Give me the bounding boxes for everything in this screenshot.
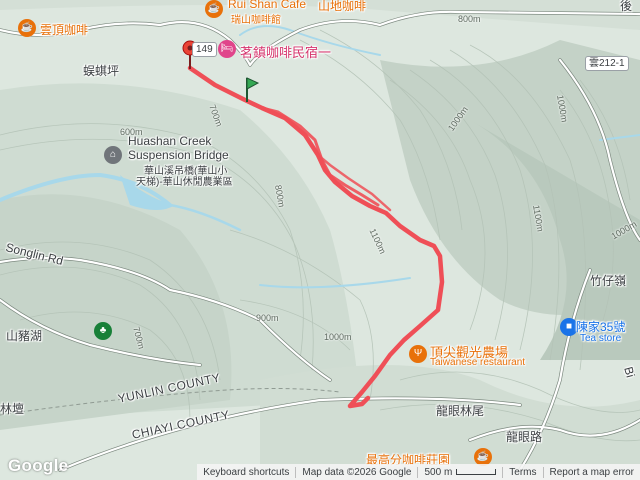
keyboard-shortcuts-link[interactable]: Keyboard shortcuts	[197, 467, 295, 478]
place-label: 蜈蜞坪	[83, 64, 120, 78]
coffee-cup-icon[interactable]: ☕	[18, 19, 36, 37]
scale-bar[interactable]: 500 m	[417, 466, 502, 478]
contour-label: 800m	[458, 14, 481, 24]
contour-label: 1000m	[324, 332, 352, 342]
contour-label: 600m	[120, 127, 143, 137]
scale-label: 500 m	[424, 466, 453, 478]
place-label[interactable]: 雲頂咖啡	[40, 21, 88, 38]
place-label[interactable]: Suspension Bridge	[128, 148, 229, 162]
place-label[interactable]: 天梯)-華山休閒農業區	[136, 173, 233, 188]
coffee-cup-icon[interactable]: ☕	[205, 0, 223, 18]
place-label: 竹仔嶺	[590, 274, 627, 288]
map-footer: Keyboard shortcuts Map data ©2026 Google…	[197, 464, 640, 480]
place-label: 山豬湖	[6, 329, 43, 343]
place-label[interactable]: Tea store	[580, 333, 621, 344]
map-viewport[interactable]: ☕ ☕ 🛏 ⌂ ♣ Ψ ☕ ■ 149 雲212-1 雲頂咖啡 Rui Shan…	[0, 0, 640, 480]
place-label: 龍眼林尾	[436, 404, 485, 418]
scale-line	[456, 469, 497, 475]
report-map-error-link[interactable]: Report a map error	[542, 466, 640, 478]
google-logo: Google	[8, 456, 69, 475]
route-shield: 149	[192, 42, 217, 57]
place-label[interactable]: 瑞山咖啡館	[231, 11, 281, 26]
green-flag-icon[interactable]	[242, 74, 260, 104]
contour-label: 900m	[256, 313, 279, 323]
road-label: 龍眼路	[506, 430, 543, 444]
terms-link[interactable]: Terms	[502, 466, 542, 478]
place-label: 林壇	[0, 402, 25, 416]
bed-icon[interactable]: 🛏	[218, 40, 236, 58]
fork-knife-icon[interactable]: Ψ	[409, 345, 427, 363]
tree-icon[interactable]: ♣	[94, 322, 112, 340]
place-label[interactable]: 茗鎮咖啡民宿一	[240, 42, 331, 61]
map-data-attribution: Map data ©2026 Google	[295, 466, 417, 478]
place-label[interactable]: Rui Shan Cafe	[228, 0, 306, 11]
place-label: 後	[620, 0, 633, 13]
place-label[interactable]: Taiwanese restaurant	[430, 357, 525, 368]
place-label[interactable]: 山地咖啡	[318, 0, 366, 14]
route-shield: 雲212-1	[585, 56, 629, 71]
suspension-bridge-icon[interactable]: ⌂	[104, 146, 122, 164]
